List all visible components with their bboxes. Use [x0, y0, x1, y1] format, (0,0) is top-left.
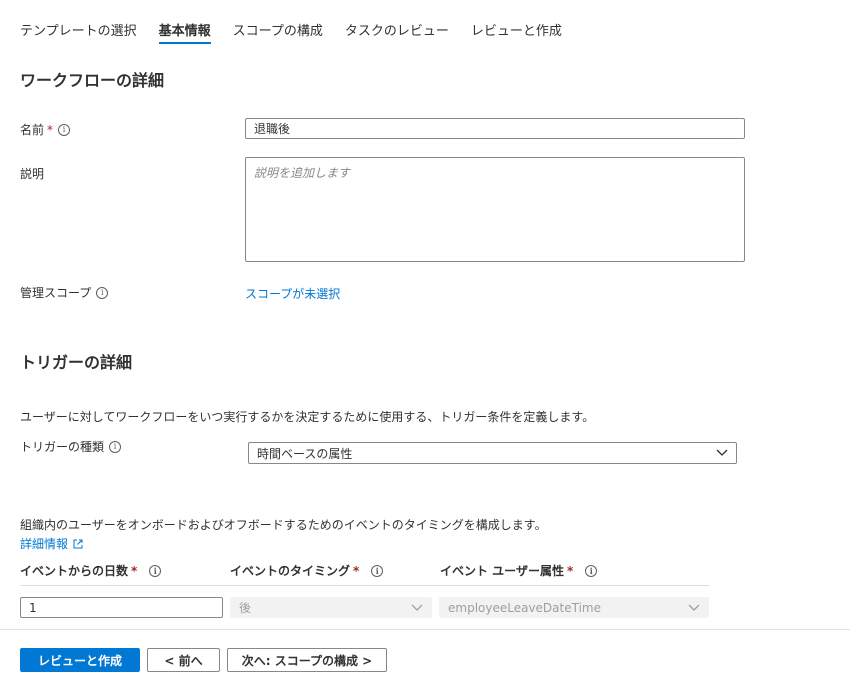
- tab-review-tasks[interactable]: タスクのレビュー: [345, 0, 449, 44]
- days-input[interactable]: 1: [20, 597, 223, 618]
- trigger-type-dropdown[interactable]: 時間ベースの属性: [248, 442, 737, 464]
- admin-scope-link[interactable]: スコープが未選択: [245, 285, 340, 302]
- info-icon[interactable]: i: [371, 564, 384, 577]
- next-button[interactable]: 次へ: スコープの構成 >: [227, 648, 387, 672]
- column-header-days: イベントからの日数 * i: [20, 562, 162, 579]
- info-icon[interactable]: i: [96, 286, 109, 299]
- name-label-text: 名前: [20, 123, 45, 137]
- timing-dropdown[interactable]: 後: [230, 597, 432, 618]
- info-icon[interactable]: i: [109, 440, 122, 453]
- required-marker: *: [131, 563, 138, 578]
- trigger-type-label: トリガーの種類 i: [20, 438, 122, 455]
- chevron-down-icon: [716, 446, 728, 460]
- column-header-attribute-text: イベント ユーザー属性: [440, 564, 564, 578]
- attribute-dropdown[interactable]: employeeLeaveDateTime: [439, 597, 709, 618]
- admin-scope-label-text: 管理スコープ: [20, 286, 92, 300]
- tab-basics[interactable]: 基本情報: [158, 0, 211, 44]
- footer-divider: [0, 629, 850, 630]
- description-label: 説明: [20, 167, 45, 181]
- trigger-type-value: 時間ベースの属性: [257, 446, 353, 461]
- workflow-details-title: ワークフローの詳細: [20, 71, 165, 90]
- chevron-down-icon: [411, 601, 423, 615]
- timing-description: 組織内のユーザーをオンボードおよびオフボードするためのイベントのタイミングを構成…: [20, 518, 547, 532]
- info-icon[interactable]: i: [585, 564, 598, 577]
- required-marker: *: [353, 563, 360, 578]
- timing-value: 後: [239, 601, 252, 615]
- previous-button[interactable]: < 前へ: [147, 648, 220, 672]
- column-header-attribute: イベント ユーザー属性 * i: [440, 562, 598, 579]
- attribute-value: employeeLeaveDateTime: [448, 600, 601, 615]
- admin-scope-label: 管理スコープ i: [20, 284, 109, 301]
- tab-configure-scope[interactable]: スコープの構成: [233, 0, 323, 44]
- chevron-down-icon: [688, 601, 700, 615]
- required-marker: *: [47, 122, 54, 137]
- name-label: 名前 * i: [20, 121, 71, 138]
- trigger-type-label-text: トリガーの種類: [20, 440, 105, 454]
- column-header-timing-text: イベントのタイミング: [230, 564, 351, 578]
- learn-more-text: 詳細情報: [20, 537, 69, 551]
- tab-review-create[interactable]: レビューと作成: [471, 0, 562, 44]
- name-input[interactable]: 退職後: [245, 118, 745, 139]
- info-icon[interactable]: i: [58, 123, 71, 136]
- info-icon[interactable]: i: [149, 564, 162, 577]
- required-marker: *: [566, 563, 574, 578]
- column-header-timing: イベントのタイミング * i: [230, 562, 384, 579]
- table-divider: [20, 585, 709, 586]
- external-link-icon: [73, 539, 83, 549]
- review-create-button[interactable]: レビューと作成: [20, 648, 140, 672]
- trigger-details-title: トリガーの詳細: [20, 353, 133, 372]
- column-header-days-text: イベントからの日数: [20, 564, 129, 578]
- trigger-description: ユーザーに対してワークフローをいつ実行するかを決定するために使用する、トリガー条…: [20, 410, 595, 424]
- tab-template-select[interactable]: テンプレートの選択: [20, 0, 137, 44]
- description-textarea[interactable]: 説明を追加します: [245, 157, 745, 262]
- wizard-tabs: テンプレートの選択 基本情報 スコープの構成 タスクのレビュー レビューと作成: [20, 0, 584, 44]
- learn-more-link[interactable]: 詳細情報: [20, 535, 83, 552]
